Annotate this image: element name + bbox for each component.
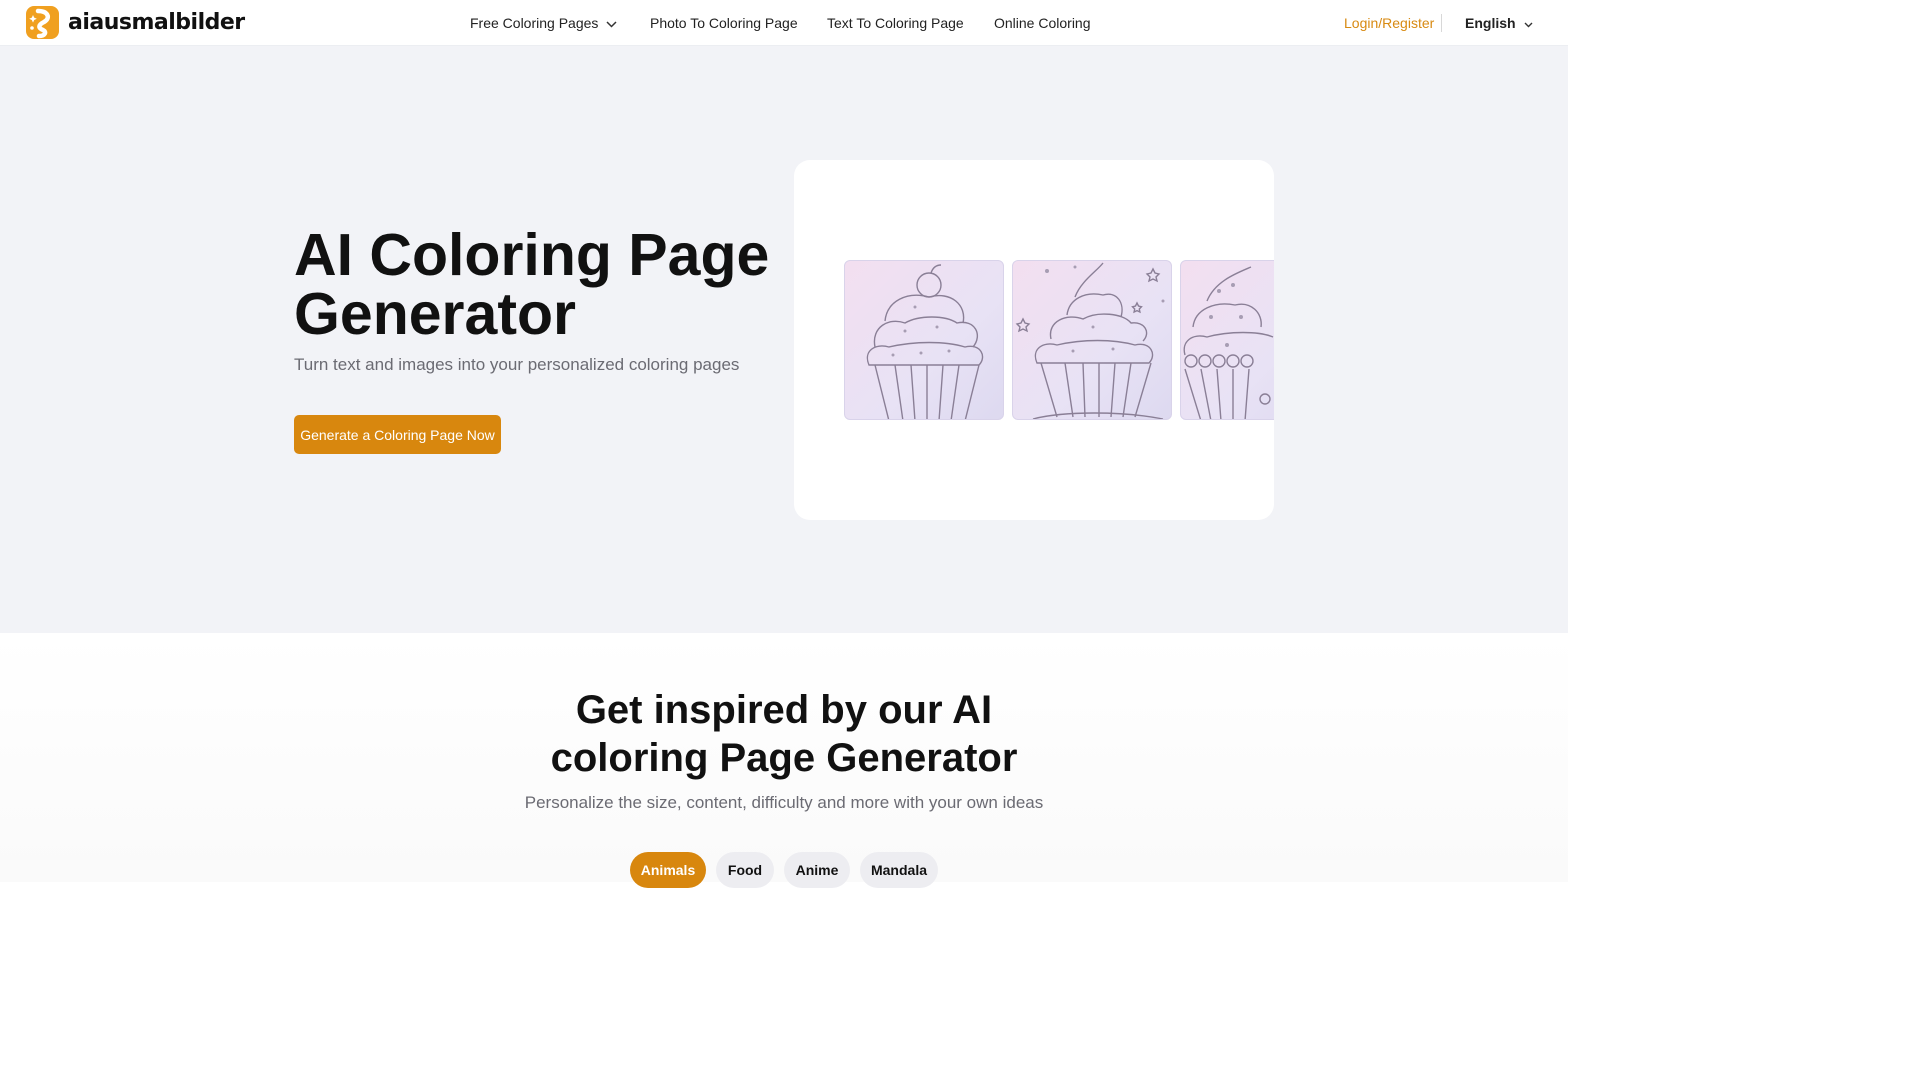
brand-name: aiausmalbilder xyxy=(68,10,245,35)
nav-online-coloring[interactable]: Online Coloring xyxy=(994,15,1091,31)
logo-icon xyxy=(26,6,59,39)
category-tab-mandala[interactable]: Mandala xyxy=(860,852,938,888)
category-tab-food[interactable]: Food xyxy=(716,852,774,888)
hero-title: AI Coloring Page Generator xyxy=(294,222,770,347)
inspiration-subtitle: Personalize the size, content, difficult… xyxy=(524,793,1044,812)
inspiration-title: Get inspired by our AI coloring Page Gen… xyxy=(550,688,1018,780)
cupcake-dots-image xyxy=(1180,260,1274,420)
hero-section: AI Coloring Page Generator Turn text and… xyxy=(0,46,1568,633)
hero-subtitle: Turn text and images into your personali… xyxy=(294,355,740,374)
nav-text-to-coloring-page[interactable]: Text To Coloring Page xyxy=(827,15,964,31)
chevron-down-icon xyxy=(606,15,617,31)
language-selector[interactable]: English xyxy=(1465,15,1533,31)
cupcake-cherry-image xyxy=(844,260,1004,420)
cupcake-stars-image xyxy=(1012,260,1172,420)
brand-logo[interactable]: aiausmalbilder xyxy=(26,6,245,39)
inspiration-section: Get inspired by our AI coloring Page Gen… xyxy=(0,633,1568,888)
language-label: English xyxy=(1465,15,1516,31)
login-register-link[interactable]: Login/Register xyxy=(1344,15,1434,31)
top-navigation-bar: aiausmalbilder Free Coloring Pages Photo… xyxy=(0,0,1568,46)
nav-free-coloring-pages-label: Free Coloring Pages xyxy=(470,15,599,31)
category-tab-anime[interactable]: Anime xyxy=(784,852,850,888)
nav-photo-to-coloring-page[interactable]: Photo To Coloring Page xyxy=(650,15,798,31)
header-divider xyxy=(1441,14,1442,32)
nav-free-coloring-pages[interactable]: Free Coloring Pages xyxy=(470,15,617,31)
example-showcase-card xyxy=(794,160,1274,520)
chevron-down-icon xyxy=(1524,15,1533,31)
category-tab-animals[interactable]: Animals xyxy=(630,852,706,888)
generate-coloring-page-button[interactable]: Generate a Coloring Page Now xyxy=(294,415,501,454)
